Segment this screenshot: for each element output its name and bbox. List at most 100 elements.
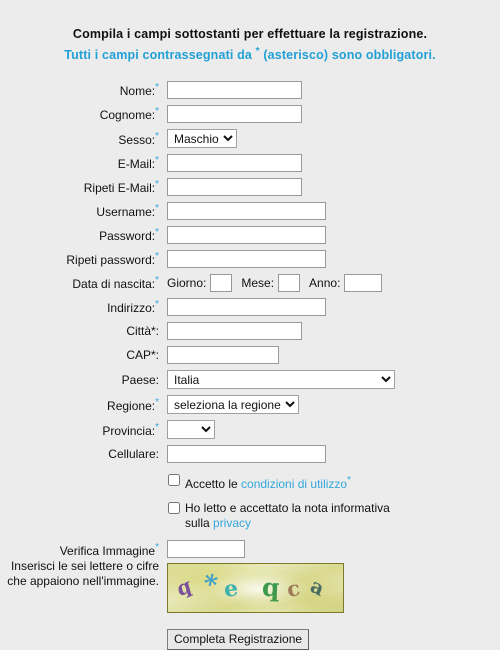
terms-link[interactable]: condizioni di utilizzo bbox=[241, 477, 347, 491]
provincia-select[interactable] bbox=[167, 420, 215, 440]
captcha-required: * bbox=[155, 542, 159, 554]
accept-privacy-checkbox[interactable] bbox=[168, 502, 180, 515]
label-indirizzo-text: Indirizzo: bbox=[107, 301, 156, 316]
field-provincia bbox=[167, 420, 215, 440]
captcha-input[interactable] bbox=[167, 540, 245, 559]
field-row-paese: Paese: Italia bbox=[0, 370, 500, 390]
consent-row-privacy: Ho letto e accettato la nota informativa… bbox=[167, 501, 500, 531]
submit-section: Completa Registrazione bbox=[167, 629, 500, 650]
giorno-input[interactable] bbox=[210, 274, 233, 293]
field-ripeti-password bbox=[167, 250, 326, 269]
label-regione: Regione:* bbox=[0, 397, 167, 413]
label-email: E-Mail:* bbox=[0, 155, 167, 171]
ripeti-password-input[interactable] bbox=[167, 250, 326, 269]
field-row-sesso: Sesso:* Maschio bbox=[0, 129, 500, 149]
page-header: Compila i campi sottostanti per effettua… bbox=[0, 0, 500, 63]
field-row-ripeti-password: Ripeti password:* bbox=[0, 250, 500, 269]
cellulare-input[interactable] bbox=[167, 445, 326, 464]
anno-input[interactable] bbox=[344, 274, 383, 293]
field-sesso: Maschio bbox=[167, 129, 237, 149]
cap-input[interactable] bbox=[167, 346, 279, 365]
citta-input[interactable] bbox=[167, 322, 302, 341]
accept-terms-label: Accetto le condizioni di utilizzo* bbox=[185, 473, 351, 492]
label-cellulare-text: Cellulare: bbox=[108, 447, 159, 462]
field-row-provincia: Provincia:* bbox=[0, 420, 500, 440]
field-row-nome: Nome:* bbox=[0, 81, 500, 100]
field-row-username: Username:* bbox=[0, 202, 500, 221]
required-note-after: (asterisco) sono obbligatori. bbox=[259, 48, 436, 63]
field-indirizzo bbox=[167, 298, 326, 317]
captcha-hint-line1: Inserisci le sei lettere o cifre bbox=[10, 559, 159, 574]
field-row-password: Password:* bbox=[0, 226, 500, 245]
ripeti-email-input[interactable] bbox=[167, 178, 302, 197]
label-giorno: Giorno: bbox=[167, 276, 207, 291]
privacy-link[interactable]: privacy bbox=[213, 516, 251, 530]
password-input[interactable] bbox=[167, 226, 326, 245]
label-data-nascita-text: Data di nascita: bbox=[72, 277, 156, 292]
label-citta-text: Città*: bbox=[126, 324, 159, 339]
label-regione-text: Regione: bbox=[107, 398, 156, 413]
page-title: Compila i campi sottostanti per effettua… bbox=[72, 27, 428, 41]
field-cellulare bbox=[167, 445, 326, 464]
captcha-section: Verifica Immagine* Inserisci le sei lett… bbox=[0, 540, 500, 614]
username-input[interactable] bbox=[167, 202, 326, 221]
label-indirizzo: Indirizzo:* bbox=[0, 299, 167, 315]
accept-terms-asterisk: * bbox=[347, 475, 351, 487]
nome-input[interactable] bbox=[167, 81, 302, 100]
captcha-char-4: q bbox=[261, 572, 280, 603]
field-data-nascita: Giorno: Mese: Anno: bbox=[167, 274, 383, 293]
label-sesso-required: * bbox=[155, 130, 159, 142]
label-nome: Nome:* bbox=[0, 82, 167, 98]
field-row-citta: Città*: bbox=[0, 322, 500, 341]
label-username-text: Username: bbox=[96, 205, 156, 220]
label-password-text: Password: bbox=[99, 229, 156, 244]
sesso-select[interactable]: Maschio bbox=[167, 129, 237, 149]
field-ripeti-email bbox=[167, 178, 302, 197]
label-password-required: * bbox=[155, 227, 159, 239]
label-citta: Città*: bbox=[0, 324, 167, 338]
accept-terms-checkbox[interactable] bbox=[168, 474, 180, 487]
required-fields-note: Tutti i campi contrassegnati da * (aster… bbox=[0, 44, 500, 63]
email-input[interactable] bbox=[167, 154, 302, 173]
field-row-cellulare: Cellulare: bbox=[0, 445, 500, 464]
label-provincia-text: Provincia: bbox=[102, 423, 156, 438]
field-citta bbox=[167, 322, 302, 341]
label-ripeti-password: Ripeti password:* bbox=[0, 251, 167, 267]
cognome-input[interactable] bbox=[167, 105, 302, 124]
field-email bbox=[167, 154, 302, 173]
label-nome-text: Nome: bbox=[119, 84, 156, 99]
mese-input[interactable] bbox=[278, 274, 301, 293]
captcha-title-line: Verifica Immagine* bbox=[0, 540, 159, 559]
paese-select[interactable]: Italia bbox=[167, 370, 395, 390]
label-paese: Paese: bbox=[0, 373, 167, 387]
field-row-data-nascita: Data di nascita:* Giorno: Mese: Anno: bbox=[0, 274, 500, 293]
field-password bbox=[167, 226, 326, 245]
field-regione: seleziona la regione bbox=[167, 395, 299, 415]
captcha-image: q * e q c a bbox=[167, 563, 344, 614]
label-sesso: Sesso:* bbox=[0, 131, 167, 147]
label-regione-required: * bbox=[155, 396, 159, 408]
label-ripeti-email-required: * bbox=[155, 179, 159, 191]
label-password: Password:* bbox=[0, 227, 167, 243]
label-ripeti-email-text: Ripeti E-Mail: bbox=[83, 181, 156, 196]
label-provincia-required: * bbox=[155, 421, 159, 433]
label-sesso-text: Sesso: bbox=[118, 132, 156, 147]
label-mese: Mese: bbox=[241, 276, 275, 291]
captcha-hint-line2: che appaiono nell'immagine. bbox=[7, 574, 159, 589]
field-paese: Italia bbox=[167, 370, 395, 390]
label-username-required: * bbox=[155, 203, 159, 215]
label-paese-text: Paese: bbox=[121, 372, 159, 387]
consent-row-terms: Accetto le condizioni di utilizzo* bbox=[167, 473, 500, 492]
indirizzo-input[interactable] bbox=[167, 298, 326, 317]
captcha-title: Verifica Immagine bbox=[59, 544, 156, 559]
regione-select[interactable]: seleziona la regione bbox=[167, 395, 299, 415]
field-row-cognome: Cognome:* bbox=[0, 105, 500, 124]
field-row-ripeti-email: Ripeti E-Mail:* bbox=[0, 178, 500, 197]
label-ripeti-password-required: * bbox=[155, 251, 159, 263]
label-provincia: Provincia:* bbox=[0, 422, 167, 438]
field-nome bbox=[167, 81, 302, 100]
label-ripeti-password-text: Ripeti password: bbox=[66, 253, 156, 268]
required-note-before: Tutti i campi contrassegnati da bbox=[64, 48, 256, 63]
submit-registration-button[interactable]: Completa Registrazione bbox=[167, 629, 310, 650]
registration-page: Compila i campi sottostanti per effettua… bbox=[0, 0, 500, 650]
